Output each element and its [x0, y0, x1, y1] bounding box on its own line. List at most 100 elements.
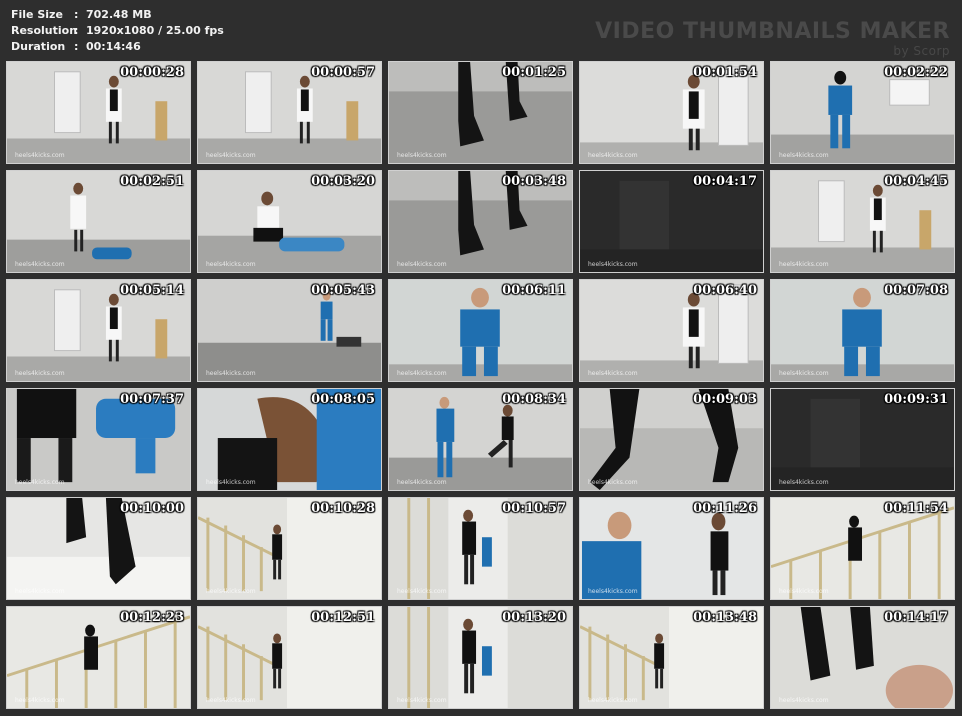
thumbnail: 00:00:28 heels4kicks.com [6, 61, 191, 164]
thumbnail-watermark: heels4kicks.com [397, 588, 447, 595]
thumbnail: 00:01:25 heels4kicks.com [388, 61, 573, 164]
thumbnail-watermark: heels4kicks.com [15, 479, 65, 486]
thumbnail-timestamp: 00:03:48 [502, 174, 566, 189]
thumbnail: 00:03:20 heels4kicks.com [197, 170, 382, 273]
thumbnail-timestamp: 00:04:45 [884, 174, 948, 189]
thumbnail-timestamp: 00:13:20 [502, 610, 566, 625]
thumbnail-watermark: heels4kicks.com [206, 697, 256, 704]
thumbnail-watermark: heels4kicks.com [397, 697, 447, 704]
thumbnail: 00:02:22 heels4kicks.com [770, 61, 955, 164]
info-value: 702.48 MB [86, 8, 152, 21]
thumbnail-watermark: heels4kicks.com [397, 479, 447, 486]
info-label: Duration [11, 40, 66, 53]
thumbnail-timestamp: 00:08:05 [311, 392, 375, 407]
thumbnail-watermark: heels4kicks.com [779, 697, 829, 704]
thumbnail-timestamp: 00:10:57 [502, 501, 566, 516]
thumbnail-timestamp: 00:10:28 [311, 501, 375, 516]
thumbnail-watermark: heels4kicks.com [397, 261, 447, 268]
thumbnail-watermark: heels4kicks.com [588, 479, 638, 486]
thumbnail-timestamp: 00:09:31 [884, 392, 948, 407]
thumbnail-watermark: heels4kicks.com [588, 152, 638, 159]
thumbnail-watermark: heels4kicks.com [397, 370, 447, 377]
thumbnail-timestamp: 00:02:22 [884, 65, 948, 80]
thumbnail: 00:08:34 heels4kicks.com [388, 388, 573, 491]
info-separator: : [74, 24, 79, 37]
thumbnail-watermark: heels4kicks.com [206, 152, 256, 159]
thumbnail-watermark: heels4kicks.com [779, 588, 829, 595]
thumbnail-timestamp: 00:14:17 [884, 610, 948, 625]
info-value: 1920x1080 / 25.00 fps [86, 24, 224, 37]
thumbnail: 00:07:08 heels4kicks.com [770, 279, 955, 382]
thumbnail: 00:05:14 heels4kicks.com [6, 279, 191, 382]
info-label: File Size [11, 8, 63, 21]
thumbnail: 00:10:57 heels4kicks.com [388, 497, 573, 600]
thumbnail: 00:09:03 heels4kicks.com [579, 388, 764, 491]
thumbnail: 00:03:48 heels4kicks.com [388, 170, 573, 273]
info-row-duration: Duration : 00:14:46 [11, 39, 224, 55]
thumbnail-timestamp: 00:04:17 [693, 174, 757, 189]
header: File Size : 702.48 MB Resolution : 1920x… [0, 0, 962, 58]
thumbnail-timestamp: 00:07:37 [120, 392, 184, 407]
thumbnail: 00:12:51 heels4kicks.com [197, 606, 382, 709]
info-row-file-size: File Size : 702.48 MB [11, 7, 224, 23]
thumbnail: 00:01:54 heels4kicks.com [579, 61, 764, 164]
thumbnail: 00:13:20 heels4kicks.com [388, 606, 573, 709]
info-row-resolution: Resolution : 1920x1080 / 25.00 fps [11, 23, 224, 39]
thumbnail: 00:00:57 heels4kicks.com [197, 61, 382, 164]
info-value: 00:14:46 [86, 40, 141, 53]
thumbnail-watermark: heels4kicks.com [779, 152, 829, 159]
thumbnail-watermark: heels4kicks.com [15, 261, 65, 268]
thumbnail-watermark: heels4kicks.com [206, 261, 256, 268]
thumbnail: 00:12:23 heels4kicks.com [6, 606, 191, 709]
thumbnail-timestamp: 00:13:48 [693, 610, 757, 625]
thumbnail-watermark: heels4kicks.com [588, 370, 638, 377]
thumbnail-watermark: heels4kicks.com [15, 370, 65, 377]
thumbnail-watermark: heels4kicks.com [779, 261, 829, 268]
thumbnail-watermark: heels4kicks.com [206, 479, 256, 486]
thumbnail: 00:10:28 heels4kicks.com [197, 497, 382, 600]
thumbnail-watermark: heels4kicks.com [779, 370, 829, 377]
thumbnail-timestamp: 00:08:34 [502, 392, 566, 407]
thumbnail: 00:11:26 heels4kicks.com [579, 497, 764, 600]
thumbnail-timestamp: 00:09:03 [693, 392, 757, 407]
thumbnail-watermark: heels4kicks.com [15, 152, 65, 159]
thumbnail-timestamp: 00:01:25 [502, 65, 566, 80]
info-label: Resolution [11, 24, 78, 37]
file-info: File Size : 702.48 MB Resolution : 1920x… [11, 7, 224, 55]
thumbnail-timestamp: 00:05:43 [311, 283, 375, 298]
thumbnail: 00:14:17 heels4kicks.com [770, 606, 955, 709]
thumbnail: 00:05:43 heels4kicks.com [197, 279, 382, 382]
thumbnail: 00:09:31 heels4kicks.com [770, 388, 955, 491]
thumbnail: 00:10:00 heels4kicks.com [6, 497, 191, 600]
thumbnail-timestamp: 00:11:26 [693, 501, 757, 516]
thumbnail: 00:11:54 heels4kicks.com [770, 497, 955, 600]
thumbnail: 00:04:17 heels4kicks.com [579, 170, 764, 273]
brand-subtitle: by Scorp [893, 44, 950, 58]
thumbnail-timestamp: 00:12:23 [120, 610, 184, 625]
thumbnail-watermark: heels4kicks.com [588, 261, 638, 268]
thumbnail-watermark: heels4kicks.com [15, 697, 65, 704]
thumbnail-watermark: heels4kicks.com [588, 697, 638, 704]
thumbnail-timestamp: 00:06:40 [693, 283, 757, 298]
thumbnail-timestamp: 00:01:54 [693, 65, 757, 80]
thumbnail-timestamp: 00:06:11 [502, 283, 566, 298]
thumbnail: 00:06:11 heels4kicks.com [388, 279, 573, 382]
thumbnail-timestamp: 00:12:51 [311, 610, 375, 625]
thumbnail-timestamp: 00:00:28 [120, 65, 184, 80]
thumbnail-timestamp: 00:03:20 [311, 174, 375, 189]
thumbnail-watermark: heels4kicks.com [588, 588, 638, 595]
thumbnail: 00:04:45 heels4kicks.com [770, 170, 955, 273]
brand-logo: VIDEO THUMBNAILS MAKER by Scorp [595, 19, 950, 59]
info-separator: : [74, 8, 79, 21]
thumbnail-watermark: heels4kicks.com [779, 479, 829, 486]
thumbnail-watermark: heels4kicks.com [206, 588, 256, 595]
thumbnail-watermark: heels4kicks.com [397, 152, 447, 159]
thumbnail-timestamp: 00:07:08 [884, 283, 948, 298]
thumbnail: 00:07:37 heels4kicks.com [6, 388, 191, 491]
thumbnail: 00:08:05 heels4kicks.com [197, 388, 382, 491]
thumbnail: 00:02:51 heels4kicks.com [6, 170, 191, 273]
brand-title: VIDEO THUMBNAILS MAKER [595, 19, 950, 44]
thumbnail-timestamp: 00:10:00 [120, 501, 184, 516]
thumbnail-timestamp: 00:02:51 [120, 174, 184, 189]
thumbnail-watermark: heels4kicks.com [15, 588, 65, 595]
